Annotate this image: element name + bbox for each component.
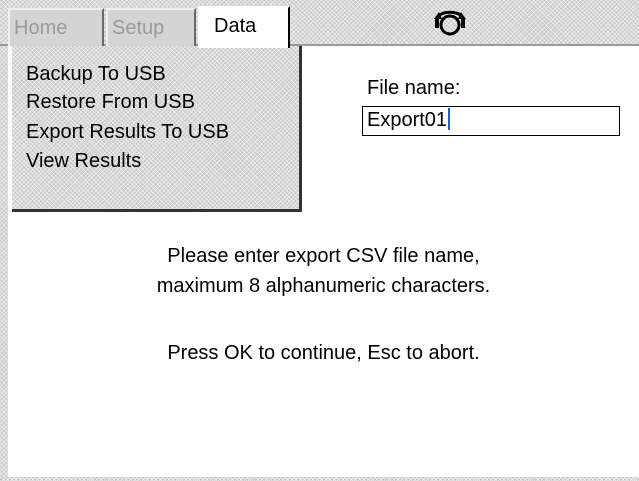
- tab-data[interactable]: Data: [198, 6, 290, 48]
- instruction-line-3: Press OK to continue, Esc to abort.: [167, 342, 480, 364]
- bottom-frame: [0, 477, 639, 481]
- rotation-arrows-icon: [434, 10, 466, 36]
- instruction-line-1: Please enter export CSV file name,: [167, 245, 480, 267]
- menu-item-view-results[interactable]: View Results: [26, 147, 141, 175]
- tab-setup[interactable]: Setup: [106, 8, 196, 46]
- tab-home[interactable]: Home: [8, 8, 104, 46]
- file-name-input[interactable]: Export01: [362, 106, 620, 136]
- file-name-value: Export01: [367, 109, 448, 131]
- tab-bar: Home Setup Data: [0, 0, 639, 48]
- left-frame: [0, 0, 8, 481]
- menu-item-restore-from-usb[interactable]: Restore From USB: [26, 88, 195, 116]
- device-screen: Home Setup Data Backup To USB Restore Fr…: [0, 0, 639, 481]
- menu-item-export-results-to-usb[interactable]: Export Results To USB: [26, 118, 229, 146]
- file-name-label: File name:: [367, 77, 461, 99]
- menu-item-backup-to-usb[interactable]: Backup To USB: [26, 60, 166, 88]
- text-caret: [448, 108, 451, 130]
- instruction-line-2: maximum 8 alphanumeric characters.: [156, 275, 491, 297]
- data-menu: Backup To USB Restore From USB Export Re…: [12, 46, 302, 212]
- tab-data-label: Data: [214, 15, 257, 37]
